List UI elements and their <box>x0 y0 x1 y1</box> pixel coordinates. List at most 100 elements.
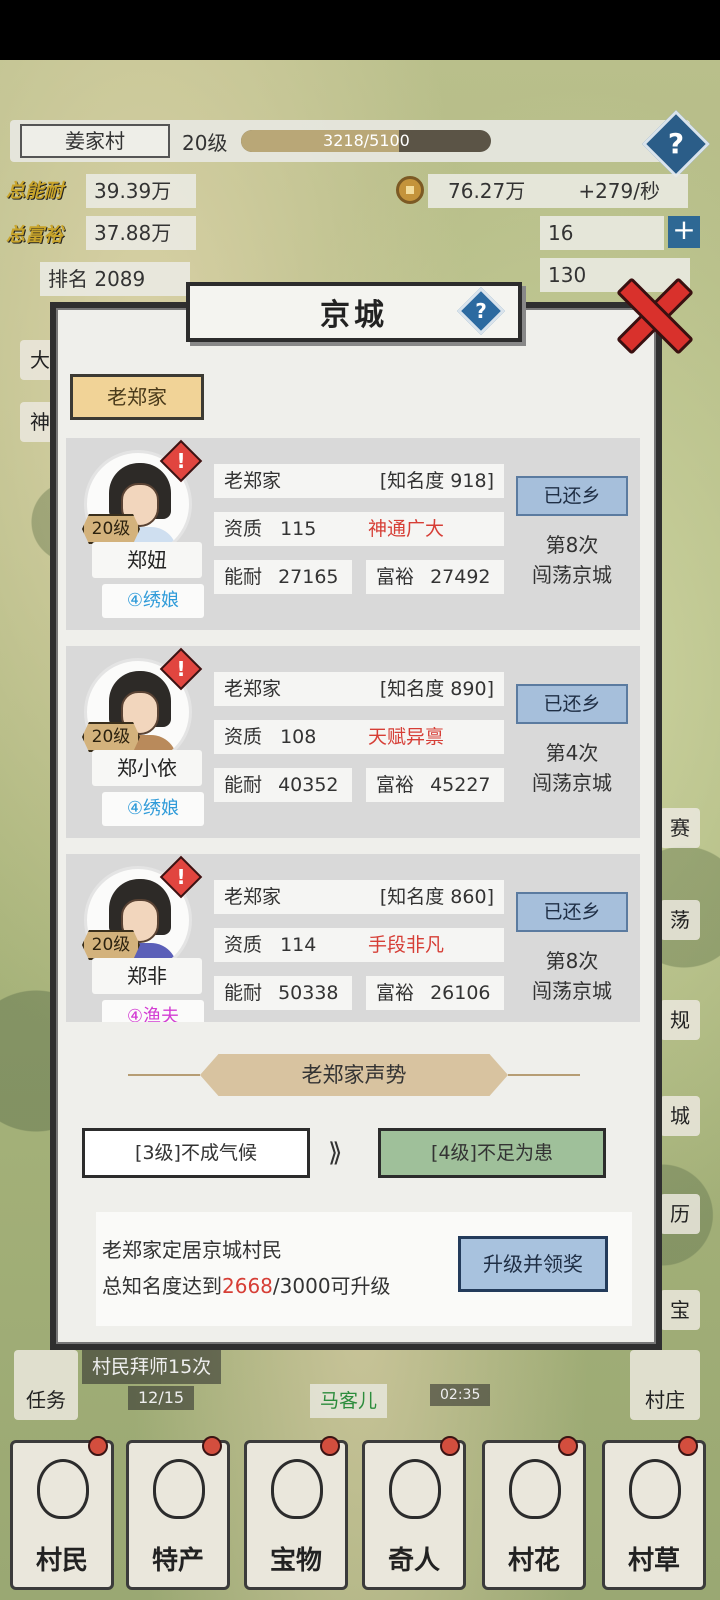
fame-value: [知名度 860] <box>379 886 494 908</box>
task-button[interactable]: 任务 <box>14 1350 78 1420</box>
trip-count: 第8次 <box>545 949 599 973</box>
talent-trait: 天赋异禀 <box>368 726 445 748</box>
close-icon[interactable] <box>616 278 686 348</box>
total-power-tag: 总能耐 <box>6 180 64 202</box>
village-status-bar: 姜家村 20级 3218/5100 <box>10 120 690 162</box>
ability-value: 50338 <box>278 982 339 1004</box>
quality-row: 资质 115 神通广大 <box>214 512 504 546</box>
nav-notification-dot <box>202 1436 222 1456</box>
nav-notification-dot <box>558 1436 578 1456</box>
villager-icon <box>37 1459 89 1519</box>
nav-extraordinary[interactable]: 奇人 <box>362 1440 466 1590</box>
add-gold-button[interactable]: + <box>668 216 700 248</box>
task-text[interactable]: 村民拜师15次 <box>82 1350 222 1384</box>
nav-label: 宝物 <box>269 1546 322 1576</box>
nav-label: 村花 <box>507 1546 560 1576</box>
npc-name[interactable]: 马客儿 <box>310 1384 388 1418</box>
status-badge[interactable]: 已还乡 <box>516 892 628 932</box>
wealth-value: 27492 <box>430 566 491 588</box>
nav-label: 村草 <box>627 1546 680 1576</box>
quality-label: 资质 <box>224 726 263 748</box>
character-list[interactable]: ! 20级 郑妞 ④绣娘 老郑家 [知名度 918] 资质 115 神通广大 能… <box>66 438 640 1022</box>
village-level: 20级 <box>182 130 228 155</box>
wealth-row: 富裕 27492 <box>366 560 504 594</box>
trip-count: 第8次 <box>545 533 599 557</box>
status-badge[interactable]: 已还乡 <box>516 684 628 724</box>
nav-village-belle[interactable]: 村花 <box>482 1440 586 1590</box>
character-name: 郑非 <box>92 958 202 994</box>
side-button-right-4[interactable]: 城 <box>660 1096 700 1136</box>
family-row: 老郑家 [知名度 860] <box>214 880 504 914</box>
nav-label: 村民 <box>35 1546 88 1576</box>
coin-value: 76.27万 <box>448 179 526 203</box>
village-belle-icon <box>509 1459 561 1519</box>
prestige-section-title: 老郑家声势 <box>200 1054 508 1096</box>
wealth-value: 45227 <box>430 774 491 796</box>
fame-value: [知名度 918] <box>379 470 494 492</box>
nav-treasures[interactable]: 宝物 <box>244 1440 348 1590</box>
character-level: 20级 <box>82 930 140 960</box>
nav-label: 特产 <box>151 1546 204 1576</box>
quality-value: 108 <box>280 726 317 748</box>
character-job: ④渔夫 <box>102 1000 204 1022</box>
side-button-right-5[interactable]: 历 <box>660 1194 700 1234</box>
condition-line-1: 老郑家定居京城村民 <box>102 1238 282 1262</box>
total-power-value: 39.39万 <box>86 174 196 208</box>
bottom-nav: 村民 特产 宝物 奇人 村花 村草 <box>0 1436 720 1600</box>
side-button-right-2[interactable]: 荡 <box>660 900 700 940</box>
ability-row: 能耐 50338 <box>214 976 352 1010</box>
village-button[interactable]: 村庄 <box>630 1350 700 1420</box>
character-level: 20级 <box>82 514 140 544</box>
ability-label: 能耐 <box>224 982 263 1004</box>
coin-rate: +279/秒 <box>578 179 660 203</box>
side-button-right-1[interactable]: 赛 <box>660 808 700 848</box>
ranking[interactable]: 排名 2089 <box>40 262 190 296</box>
npc-timer: 02:35 <box>430 1384 491 1406</box>
side-button-right-3[interactable]: 规 <box>660 1000 700 1040</box>
section-divider-left <box>128 1074 200 1076</box>
trip-text: 闯荡京城 <box>532 563 612 587</box>
prestige-next-rank: [4级]不足为患 <box>378 1128 606 1178</box>
ability-row: 能耐 27165 <box>214 560 352 594</box>
side-button-right-6[interactable]: 宝 <box>660 1290 700 1330</box>
talent-trait: 手段非凡 <box>368 934 445 956</box>
arrow-right-icon: ⟫ <box>328 1138 343 1168</box>
nav-specialties[interactable]: 特产 <box>126 1440 230 1590</box>
nav-notification-dot <box>440 1436 460 1456</box>
extraordinary-person-icon <box>389 1459 441 1519</box>
talent-trait: 神通广大 <box>368 518 445 540</box>
village-xp-bar: 3218/5100 <box>241 130 492 152</box>
specialty-icon <box>153 1459 205 1519</box>
treasure-icon <box>271 1459 323 1519</box>
upgrade-and-claim-button[interactable]: 升级并领奖 <box>458 1236 608 1292</box>
condition-current-fame: 2668 <box>222 1274 273 1298</box>
trip-info: 第8次 闯荡京城 <box>506 946 638 1006</box>
trip-text: 闯荡京城 <box>532 771 612 795</box>
nav-notification-dot <box>320 1436 340 1456</box>
nav-notification-dot <box>678 1436 698 1456</box>
trip-text: 闯荡京城 <box>532 979 612 1003</box>
village-name[interactable]: 姜家村 <box>20 124 170 158</box>
family-row: 老郑家 [知名度 918] <box>214 464 504 498</box>
family-name: 老郑家 <box>224 470 282 492</box>
nav-villagers[interactable]: 村民 <box>10 1440 114 1590</box>
dialog-title: 京城 <box>320 298 388 333</box>
character-name: 郑小依 <box>92 750 202 786</box>
status-badge[interactable]: 已还乡 <box>516 476 628 516</box>
trip-count: 第4次 <box>545 741 599 765</box>
family-tab[interactable]: 老郑家 <box>70 374 204 420</box>
condition-prefix: 总知名度达到 <box>102 1274 222 1298</box>
wealth-label: 富裕 <box>376 566 415 588</box>
quality-label: 资质 <box>224 518 263 540</box>
total-wealth-value: 37.88万 <box>86 216 196 250</box>
gold-balance: 16 <box>540 216 664 250</box>
wealth-label: 富裕 <box>376 774 415 796</box>
nav-notification-dot <box>88 1436 108 1456</box>
character-card: ! 20级 郑妞 ④绣娘 老郑家 [知名度 918] 资质 115 神通广大 能… <box>66 438 640 630</box>
wealth-row: 富裕 26106 <box>366 976 504 1010</box>
fame-value: [知名度 890] <box>379 678 494 700</box>
nav-label: 奇人 <box>387 1546 440 1576</box>
nav-village-heartthrob[interactable]: 村草 <box>602 1440 706 1590</box>
quality-value: 114 <box>280 934 317 956</box>
ability-value: 40352 <box>278 774 339 796</box>
